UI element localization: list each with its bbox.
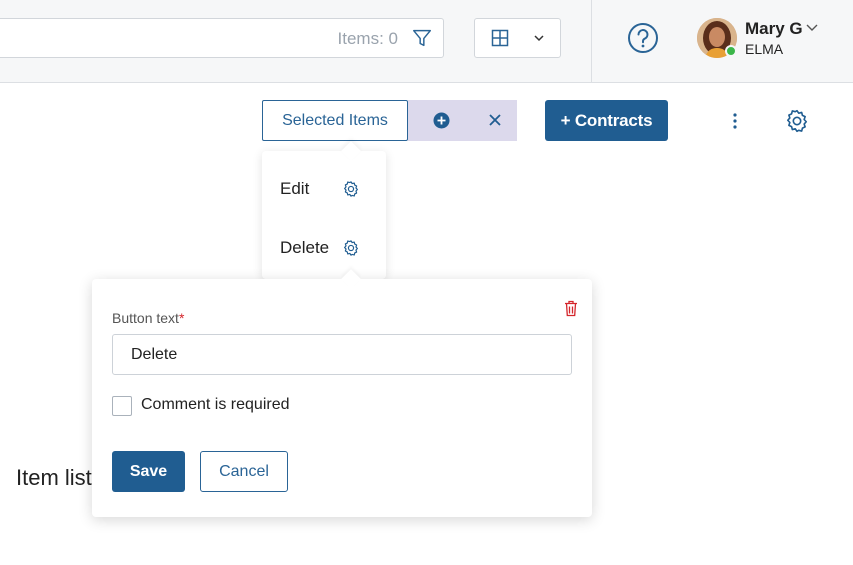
question-circle-icon[interactable]	[627, 22, 659, 54]
comment-required-checkbox[interactable]	[112, 396, 132, 416]
save-button[interactable]: Save	[112, 451, 185, 492]
chevron-down-icon	[534, 35, 544, 42]
selected-items-button[interactable]: Selected Items	[262, 100, 408, 141]
selected-items-actions	[408, 100, 517, 141]
menu-item-label: Delete	[280, 238, 330, 257]
menu-item-label: Edit	[280, 179, 310, 198]
button-text-field[interactable]	[112, 334, 572, 375]
field-label-text: Button text	[112, 310, 179, 326]
selected-items-menu: Edit Delete	[262, 141, 386, 279]
items-count: Items: 0	[337, 29, 398, 48]
button-settings-popover: Button text* Comment is required Save Ca…	[92, 269, 592, 517]
header-divider	[591, 0, 592, 83]
view-switch-dropdown[interactable]	[474, 18, 561, 58]
user-name[interactable]: Mary G	[745, 19, 803, 39]
user-org: ELMA	[745, 41, 784, 57]
gear-icon[interactable]	[342, 239, 360, 257]
user-menu-chevron-icon[interactable]	[806, 23, 818, 33]
top-header: Items: 0 Mary G ELMA	[0, 0, 853, 83]
search-input[interactable]: Items: 0	[0, 18, 444, 58]
button-text-label: Button text*	[112, 310, 184, 326]
close-icon[interactable]	[488, 113, 502, 127]
online-status-dot	[725, 45, 737, 57]
comment-required-label[interactable]: Comment is required	[141, 396, 290, 414]
menu-item-edit[interactable]: Edit	[262, 169, 386, 209]
dropdown-caret	[341, 141, 361, 161]
add-contracts-button[interactable]: + Contracts	[545, 100, 668, 141]
gear-icon[interactable]	[342, 180, 360, 198]
page-title: Item list	[16, 465, 92, 490]
more-options-icon[interactable]	[728, 111, 742, 131]
add-circle-icon[interactable]	[433, 112, 450, 129]
trash-icon[interactable]	[564, 300, 578, 317]
menu-item-delete[interactable]: Delete	[262, 228, 386, 268]
cancel-button[interactable]: Cancel	[200, 451, 288, 492]
required-mark: *	[178, 310, 185, 326]
gear-icon[interactable]	[784, 108, 810, 134]
grid-view-icon	[491, 29, 509, 47]
filter-icon[interactable]	[411, 27, 433, 49]
